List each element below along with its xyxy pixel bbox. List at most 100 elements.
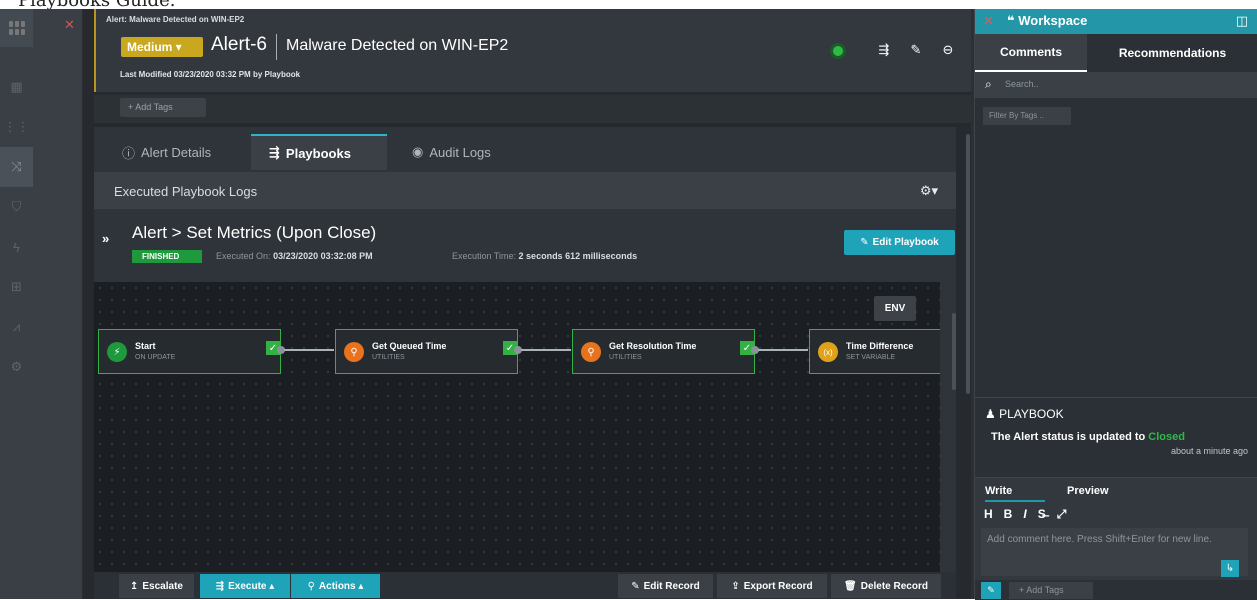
connector (758, 349, 808, 351)
tab-comments[interactable]: Comments (975, 34, 1087, 72)
app-logo[interactable] (0, 9, 33, 47)
search-bar[interactable]: ⌕ Search.. (975, 72, 1257, 98)
send-icon[interactable]: ↳ (1221, 560, 1239, 577)
tab-preview[interactable]: Preview (1067, 482, 1127, 502)
delete-record-button[interactable]: 🗑 Delete Record (831, 574, 941, 598)
node-title: Get Resolution Time (609, 341, 697, 351)
workspace-tabs: Comments Recommendations (975, 34, 1257, 72)
playbook-title: Alert > Set Metrics (Upon Close) (132, 223, 377, 242)
status-indicator (833, 46, 843, 56)
comment-item: ♟ PLAYBOOK The Alert status is updated t… (975, 397, 1257, 463)
workspace-panel: ✕ ❝ Workspace ◫ Comments Recommendations… (974, 9, 1257, 600)
add-tags-button[interactable]: + Add Tags (1009, 582, 1093, 599)
dashboard-icon[interactable]: ▦ (0, 67, 33, 107)
execute-label: Execute ▴ (228, 580, 275, 592)
add-tags-button[interactable]: + Add Tags (120, 98, 206, 117)
close-icon[interactable]: ✕ (983, 13, 994, 29)
node-start[interactable]: ⚡ Start ON UPDATE ✓ (98, 329, 281, 374)
variable-icon: (x) (818, 342, 838, 362)
chart-icon[interactable]: ⩘ (0, 307, 33, 347)
escalate-button[interactable]: ↥ Escalate (119, 574, 194, 598)
severity-dropdown[interactable]: Medium ▾ (121, 37, 203, 57)
comment-message: The Alert status is updated to Closed (991, 431, 1185, 443)
filter-tags-input[interactable]: Filter By Tags .. (983, 107, 1071, 125)
edit-icon: ✎ (631, 580, 640, 592)
playbook-canvas[interactable]: ENV ⚡ Start ON UPDATE ✓ ⚲ Get Queued Tim… (94, 282, 940, 572)
title-separator (276, 34, 277, 60)
node-title: Get Queued Time (372, 341, 447, 351)
link-icon[interactable]: ⊖ (936, 39, 960, 61)
shuffle-icon[interactable]: ⤨ (0, 147, 33, 187)
edit-record-button[interactable]: ✎ Edit Record (618, 574, 713, 598)
expand-icon[interactable]: » (102, 231, 109, 246)
node-get-queued-time[interactable]: ⚲ Get Queued Time UTILITIES ✓ (335, 329, 518, 374)
comment-text: The Alert status is updated to (991, 431, 1146, 443)
edit-record-label: Edit Record (643, 580, 700, 592)
section-title-text: Executed Playbook Logs (114, 184, 258, 199)
tab-recommendations[interactable]: Recommendations (1087, 34, 1257, 72)
user-icon: ♟ (985, 407, 996, 421)
exec-time-value: 2 seconds 612 milliseconds (518, 251, 638, 261)
main-panel: Alert: Malware Detected on WIN-EP2 Mediu… (83, 9, 971, 599)
edit-playbook-button[interactable]: ✎ Edit Playbook (844, 230, 955, 255)
record-tabs: ⓘ Alert Details ⇶ Playbooks ◉ Audit Logs (94, 134, 956, 170)
comment-input[interactable]: Add comment here. Press Shift+Enter for … (981, 528, 1248, 576)
tab-alert-details[interactable]: ⓘ Alert Details (104, 134, 244, 170)
edit-icon[interactable]: ✎ (904, 39, 928, 61)
briefcase-icon[interactable]: ⊞ (0, 267, 33, 307)
tab-label: Alert Details (141, 144, 212, 160)
comment-author: ♟ PLAYBOOK (985, 407, 1064, 421)
close-icon[interactable]: ✕ (64, 17, 75, 33)
execute-button[interactable]: ⇶ Execute ▴ (200, 574, 290, 598)
canvas-scrollbar[interactable] (952, 313, 956, 390)
actions-label: Actions ▴ (318, 580, 364, 592)
eye-icon: ◉ (412, 144, 424, 159)
comment-author-name: PLAYBOOK (999, 407, 1064, 421)
workspace-title-text: Workspace (1018, 13, 1088, 28)
app-window: ▦ ⋮⋮ ⤨ ⛉ ϟ ⊞ ⩘ ⚙ ✕ Alert: Malware Detect… (0, 9, 1257, 600)
settings-icon[interactable]: ⚙ (0, 347, 33, 387)
search-icon: ⌕ (985, 77, 992, 91)
secondary-rail: ✕ (33, 9, 83, 599)
export-record-label: Export Record (743, 580, 813, 592)
exec-time-label: Execution Time: (452, 251, 517, 261)
italic-icon[interactable]: I (1023, 507, 1026, 522)
execution-time: Execution Time: 2 seconds 612 millisecon… (452, 251, 637, 261)
edit-playbook-label: Edit Playbook (872, 237, 939, 248)
comment-composer: Write Preview H B I S̶ ⤢ Add comment her… (975, 477, 1257, 600)
main-scrollbar[interactable] (966, 134, 970, 394)
tab-playbooks[interactable]: ⇶ Playbooks (251, 134, 387, 170)
node-subtitle: ON UPDATE (135, 354, 176, 361)
trash-icon: 🗑 (844, 580, 857, 592)
shield-icon[interactable]: ⛉ (0, 187, 33, 227)
left-navigation-rail: ▦ ⋮⋮ ⤨ ⛉ ϟ ⊞ ⩘ ⚙ (0, 9, 33, 599)
wand-icon: ⚲ (307, 580, 315, 592)
env-button[interactable]: ENV (874, 296, 916, 321)
actions-button[interactable]: ⚲ Actions ▴ (291, 574, 380, 598)
gear-icon[interactable]: ⚙▾ (920, 183, 938, 199)
playbooks-icon[interactable]: ⇶ (872, 39, 896, 61)
tag-icon[interactable]: ✎ (981, 582, 1001, 599)
bottom-action-bar: ↥ Escalate ⇶ Execute ▴ ⚲ Actions ▴ ✎ Edi… (94, 572, 956, 599)
export-record-button[interactable]: ⇪ Export Record (717, 574, 827, 598)
node-title: Time Difference (846, 341, 914, 351)
tab-write[interactable]: Write (985, 482, 1045, 502)
upload-icon: ⇪ (731, 580, 740, 592)
chat-icon: ❝ (1007, 13, 1015, 28)
node-get-resolution-time[interactable]: ⚲ Get Resolution Time UTILITIES ✓ (572, 329, 755, 374)
strikethrough-icon[interactable]: S̶ (1038, 507, 1046, 522)
search-input[interactable]: Search.. (1005, 79, 1039, 89)
comment-time: about a minute ago (1170, 446, 1248, 456)
tab-audit-logs[interactable]: ◉ Audit Logs (394, 134, 524, 170)
node-time-difference[interactable]: (x) Time Difference SET VARIABLE (809, 329, 940, 374)
executed-on-value: 03/23/2020 03:32:08 PM (273, 251, 373, 261)
hierarchy-icon[interactable]: ⋮⋮ (0, 107, 33, 147)
alert-id: Alert-6 (211, 34, 267, 55)
fullscreen-icon[interactable]: ⤢ (1057, 507, 1067, 522)
bold-icon[interactable]: B (1004, 507, 1013, 522)
node-title: Start (135, 341, 156, 351)
pencil-icon: ✎ (860, 237, 869, 248)
panel-toggle-icon[interactable]: ◫ (1236, 13, 1248, 29)
bolt-icon[interactable]: ϟ (0, 227, 33, 267)
heading-icon[interactable]: H (984, 507, 993, 522)
